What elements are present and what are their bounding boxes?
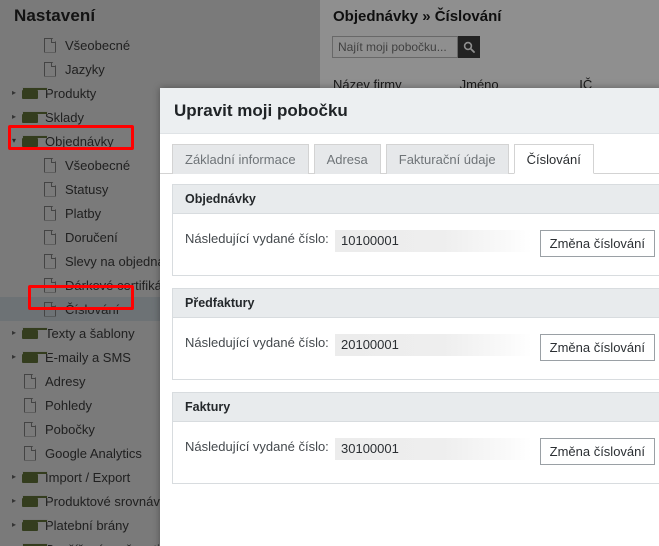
next-number-value-wrap: 10100001 <box>335 230 540 252</box>
next-number-label: Následující vydané číslo: <box>185 335 329 350</box>
next-number-label: Následující vydané číslo: <box>185 231 329 246</box>
next-number-value-wrap: 30100001 <box>335 438 540 460</box>
modal-tab-2[interactable]: Fakturační údaje <box>385 144 509 174</box>
next-number-value: 20100001 <box>335 334 532 356</box>
modal-header: Upravit moji pobočku <box>160 88 659 134</box>
panel-heading: Předfaktury <box>173 289 659 318</box>
next-number-value: 10100001 <box>335 230 532 252</box>
modal-title: Upravit moji pobočku <box>174 100 348 120</box>
screen-root: Nastavení Všeobecné Jazyky ▸ Produkty ▸ Sklad… <box>0 0 659 546</box>
change-numbering-button[interactable]: Změna číslování <box>539 230 655 257</box>
numbering-panel-0: Objednávky Následující vydané číslo: 10100… <box>172 184 659 276</box>
panel-heading: Faktury <box>173 393 659 422</box>
modal-tabs: Základní informace Adresa Fakturační údaje… <box>160 134 659 174</box>
modal-tab-1[interactable]: Adresa <box>313 144 381 174</box>
panel-body: Následující vydané číslo: 10100001 Změna č… <box>173 214 659 275</box>
edit-branch-modal: Upravit moji pobočku Základní informace A… <box>160 88 659 546</box>
modal-body: Objednávky Následující vydané číslo: 10100… <box>160 174 659 484</box>
next-number-value: 30100001 <box>335 438 532 460</box>
numbering-panel-2: Faktury Následující vydané číslo: 30100001… <box>172 392 659 484</box>
change-numbering-button[interactable]: Změna číslování <box>539 334 655 361</box>
next-number-label: Následující vydané číslo: <box>185 439 329 454</box>
numbering-panel-1: Předfaktury Následující vydané číslo: 2010… <box>172 288 659 380</box>
panel-body: Následující vydané číslo: 20100001 Změna č… <box>173 318 659 379</box>
modal-tab-3[interactable]: Číslování <box>513 144 594 174</box>
modal-tab-0[interactable]: Základní informace <box>172 144 309 174</box>
next-number-value-wrap: 20100001 <box>335 334 540 356</box>
change-numbering-button[interactable]: Změna číslování <box>539 438 655 465</box>
panel-body: Následující vydané číslo: 30100001 Změna č… <box>173 422 659 483</box>
panel-heading: Objednávky <box>173 185 659 214</box>
